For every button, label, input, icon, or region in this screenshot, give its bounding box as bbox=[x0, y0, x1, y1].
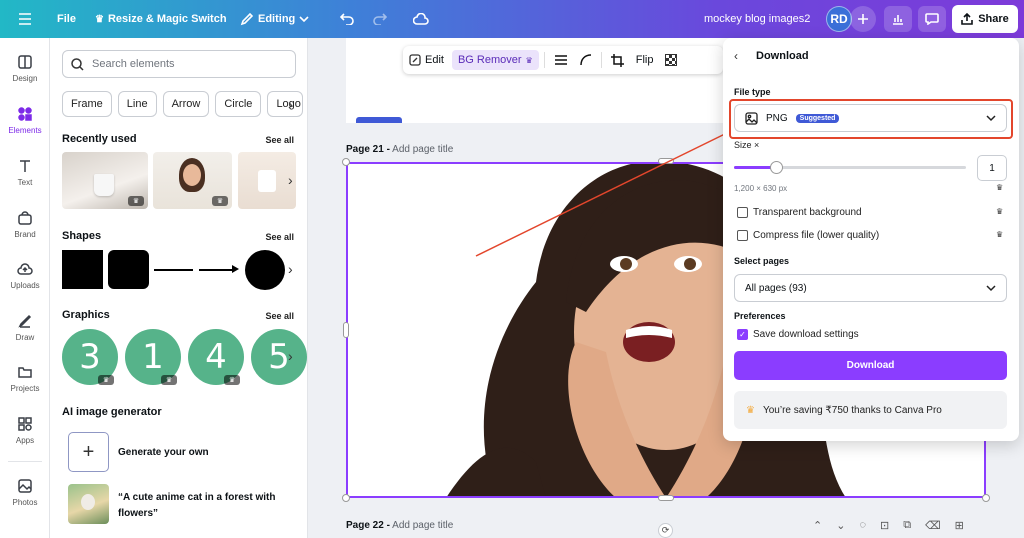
compress-file-checkbox[interactable] bbox=[737, 230, 748, 241]
crown-icon: ♛ bbox=[746, 404, 755, 416]
crown-icon: ♛ bbox=[996, 230, 1004, 239]
compress-file-label[interactable]: Compress file (lower quality) bbox=[753, 230, 879, 241]
size-input-value: 1 bbox=[989, 162, 995, 174]
select-pages-dropdown[interactable]: All pages (93) bbox=[734, 274, 1007, 302]
save-download-settings-label[interactable]: Save download settings bbox=[753, 329, 859, 340]
size-slider[interactable] bbox=[734, 161, 966, 174]
crown-icon: ♛ bbox=[996, 183, 1004, 192]
dimensions-text: 1,200 × 630 px bbox=[734, 184, 788, 193]
pro-savings-notice: ♛ You’re saving ₹750 thanks to Canva Pro bbox=[734, 391, 1007, 429]
pro-savings-text: You’re saving ₹750 thanks to Canva Pro bbox=[762, 404, 942, 416]
checkmark-icon: ✓ bbox=[739, 330, 746, 339]
save-download-settings-checkbox[interactable]: ✓ bbox=[737, 329, 748, 340]
annotation-highlight-box bbox=[729, 99, 1013, 139]
transparent-background-checkbox[interactable] bbox=[737, 207, 748, 218]
chevron-down-icon bbox=[986, 284, 996, 291]
back-arrow-icon[interactable]: ‹ bbox=[734, 49, 738, 63]
download-button-label: Download bbox=[846, 360, 895, 371]
preferences-label: Preferences bbox=[734, 311, 786, 321]
size-label: Size × bbox=[734, 140, 760, 150]
crown-icon: ♛ bbox=[996, 207, 1004, 216]
download-button[interactable]: Download bbox=[734, 351, 1007, 380]
download-panel-title: Download bbox=[756, 50, 809, 62]
select-pages-label: Select pages bbox=[734, 256, 790, 266]
pages-value: All pages (93) bbox=[745, 282, 807, 294]
transparent-background-label[interactable]: Transparent background bbox=[753, 207, 862, 218]
size-slider-knob[interactable] bbox=[769, 161, 783, 174]
file-type-label: File type bbox=[734, 87, 771, 97]
size-input[interactable]: 1 bbox=[977, 155, 1007, 181]
